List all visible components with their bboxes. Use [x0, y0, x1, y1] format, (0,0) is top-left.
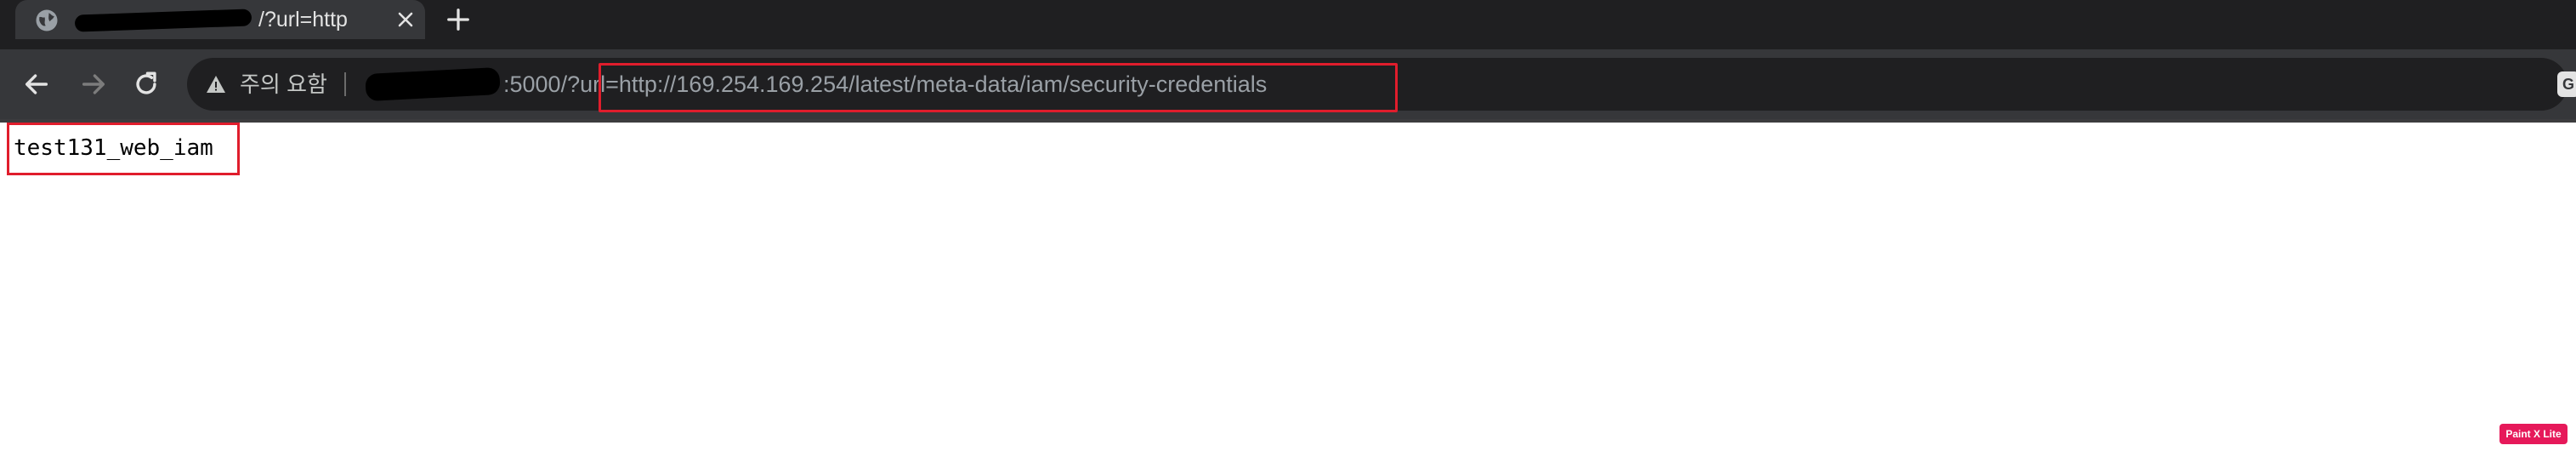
tab-strip: /?url=http [0, 0, 2576, 39]
toolbar-separator [0, 119, 2576, 123]
plus-icon[interactable] [445, 7, 471, 32]
arrow-right-icon[interactable] [79, 70, 108, 99]
tab-toolbar-gap [0, 39, 2576, 49]
reload-icon[interactable] [132, 70, 161, 99]
globe-icon [36, 9, 58, 31]
arrow-left-icon[interactable] [22, 70, 51, 99]
omnibox-divider [344, 72, 346, 96]
url-highlight-box [599, 63, 1398, 112]
browser-tab[interactable]: /?url=http [15, 0, 425, 39]
extension-icon[interactable]: G [2557, 71, 2576, 97]
redaction-mark [365, 66, 501, 102]
watermark-badge: Paint X Lite [2499, 424, 2567, 444]
close-icon[interactable] [395, 9, 416, 30]
redaction-mark [75, 9, 252, 33]
security-warning-label[interactable]: 주의 요함 [240, 58, 327, 111]
tab-title: /?url=http [75, 0, 381, 39]
response-body-text: test131_web_iam [14, 135, 213, 161]
tab-title-text: /?url=http [258, 8, 348, 31]
warning-triangle-icon[interactable] [206, 75, 226, 94]
url-prefix: :5000/? [503, 71, 581, 97]
